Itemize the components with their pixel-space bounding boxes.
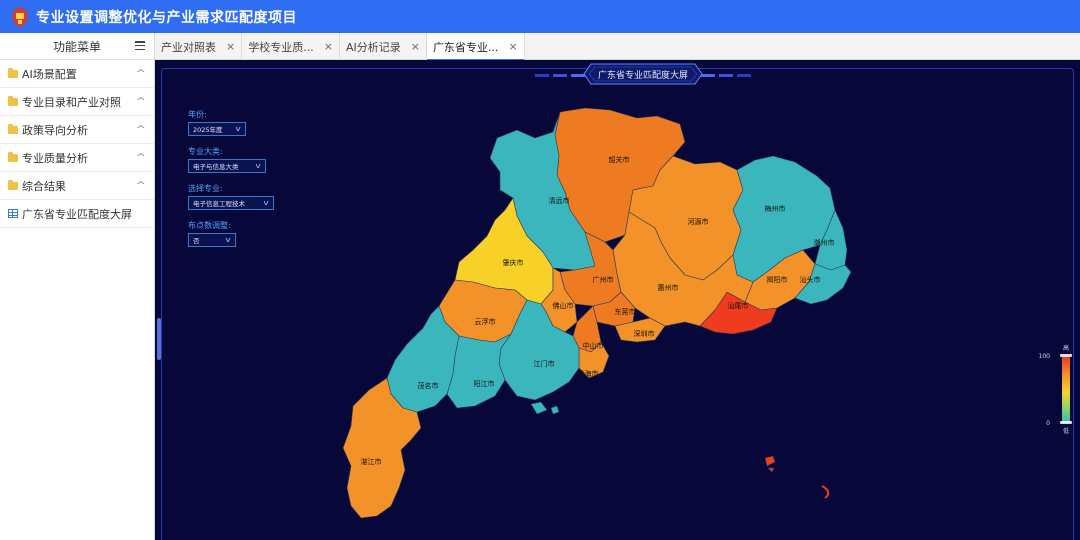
city-label-yangjiang: 阳江市: [474, 379, 495, 388]
city-label-huizhou: 惠州市: [658, 283, 679, 292]
city-label-guangzhou: 广州市: [593, 275, 614, 284]
city-label-heyuan: 河源市: [688, 217, 709, 226]
close-icon[interactable]: ×: [411, 40, 420, 53]
city-label-shenzhen: 深圳市: [634, 329, 655, 338]
city-label-meizhou: 梅州市: [765, 204, 786, 213]
close-icon[interactable]: ×: [226, 40, 235, 53]
chevron-up-icon: ^: [135, 125, 147, 135]
folder-icon: [8, 67, 18, 78]
tab-ai-records[interactable]: AI分析记录 ×: [340, 33, 427, 60]
city-label-zhaoqing: 肇庆市: [503, 258, 524, 267]
chevron-up-icon: ^: [135, 153, 147, 163]
city-label-yunfu: 云浮市: [475, 317, 496, 326]
legend-handle-bottom[interactable]: [1060, 421, 1072, 424]
menu-toggle-icon[interactable]: [135, 41, 145, 51]
tab-label: 产业对照表: [161, 40, 216, 54]
city-label-dongguan: 东莞市: [615, 307, 636, 316]
close-icon[interactable]: ×: [324, 40, 333, 53]
sidebar-title: 功能菜单: [52, 39, 101, 54]
folder-icon: [8, 123, 18, 134]
city-label-shanwei: 汕尾市: [728, 301, 749, 310]
sidebar-item-label: 专业质量分析: [22, 151, 88, 165]
legend-max-value: 100: [1039, 353, 1051, 360]
city-label-zhuhai: 珠海市: [578, 369, 599, 378]
city-label-zhongshan: 中山市: [583, 341, 604, 350]
island-zhuhai-2: [550, 405, 560, 415]
tab-bar: 产业对照表 × 学校专业质... × AI分析记录 × 广东省专业... ×: [155, 33, 1080, 61]
tab-guangdong-dashboard[interactable]: 广东省专业... ×: [426, 33, 525, 61]
island-hainan-strait-2: [767, 467, 775, 473]
island-hainan-strait-1: [764, 455, 776, 467]
app-logo-icon: [10, 6, 30, 28]
city-label-zhanjiang: 湛江市: [361, 457, 382, 466]
island-east: [821, 485, 830, 499]
tab-industry-table[interactable]: 产业对照表 ×: [155, 33, 243, 60]
sidebar-item-quality[interactable]: 专业质量分析 ^: [0, 144, 154, 172]
sidebar-item-label: 政策导向分析: [22, 123, 88, 137]
city-label-foshan: 佛山市: [553, 301, 574, 310]
sidebar-header: 功能菜单: [0, 33, 154, 60]
folder-icon: [8, 151, 18, 162]
sidebar-item-dashboard[interactable]: 广东省专业匹配度大屏: [0, 200, 154, 228]
app-title: 专业设置调整优化与产业需求匹配度项目: [36, 9, 297, 26]
sidebar: 功能菜单 AI场景配置 ^ 专业目录和产业对照 ^ 政策导向分析 ^ 专业质量分…: [0, 33, 155, 540]
sidebar-item-label: 综合结果: [22, 179, 66, 193]
folder-icon: [8, 95, 18, 106]
sidebar-item-results[interactable]: 综合结果 ^: [0, 172, 154, 200]
legend-high-label: 高: [1063, 344, 1069, 352]
grid-icon: [8, 209, 18, 218]
city-label-shantou: 汕头市: [800, 275, 821, 284]
city-label-shaoguan: 韶关市: [609, 155, 630, 164]
city-label-chaozhou: 潮州市: [814, 238, 835, 247]
island-zhuhai-1: [530, 401, 548, 415]
dashboard-panel: 广东省专业匹配度大屏 年份: 2025年度 v 专业大类: 电子与信息大类 v …: [155, 60, 1080, 540]
city-label-qingyuan: 清远市: [549, 196, 570, 205]
sidebar-item-label: 专业目录和产业对照: [22, 95, 121, 109]
legend-gradient-bar[interactable]: [1062, 355, 1070, 423]
tab-school-quality[interactable]: 学校专业质... ×: [242, 33, 340, 60]
tab-label: AI分析记录: [345, 40, 401, 54]
app-header: 专业设置调整优化与产业需求匹配度项目: [0, 0, 1080, 33]
sidebar-item-policy[interactable]: 政策导向分析 ^: [0, 116, 154, 144]
chevron-up-icon: ^: [135, 97, 147, 107]
tab-label: 广东省专业...: [432, 40, 499, 54]
city-label-jieyang: 揭阳市: [767, 275, 788, 284]
legend-handle-top[interactable]: [1060, 354, 1072, 357]
close-icon[interactable]: ×: [508, 40, 517, 53]
sidebar-item-ai-scene[interactable]: AI场景配置 ^: [0, 60, 154, 88]
legend-min-value: 0: [1046, 420, 1050, 427]
sidebar-item-label: 广东省专业匹配度大屏: [22, 207, 132, 221]
folder-icon: [8, 179, 18, 190]
guangdong-map: 韶关市 清远市 河源市 梅州市 潮州市 肇庆市 广州市 惠州市 揭阳市 汕头市 …: [342, 107, 1072, 519]
legend-low-label: 低: [1063, 427, 1069, 435]
sidebar-item-catalog[interactable]: 专业目录和产业对照 ^: [0, 88, 154, 116]
city-label-jiangmen: 江门市: [534, 359, 555, 368]
chevron-up-icon: ^: [135, 181, 147, 191]
tab-label: 学校专业质...: [248, 40, 314, 54]
city-label-maoming: 茂名市: [418, 381, 439, 390]
chevron-up-icon: ^: [135, 69, 147, 79]
sidebar-item-label: AI场景配置: [22, 67, 77, 81]
